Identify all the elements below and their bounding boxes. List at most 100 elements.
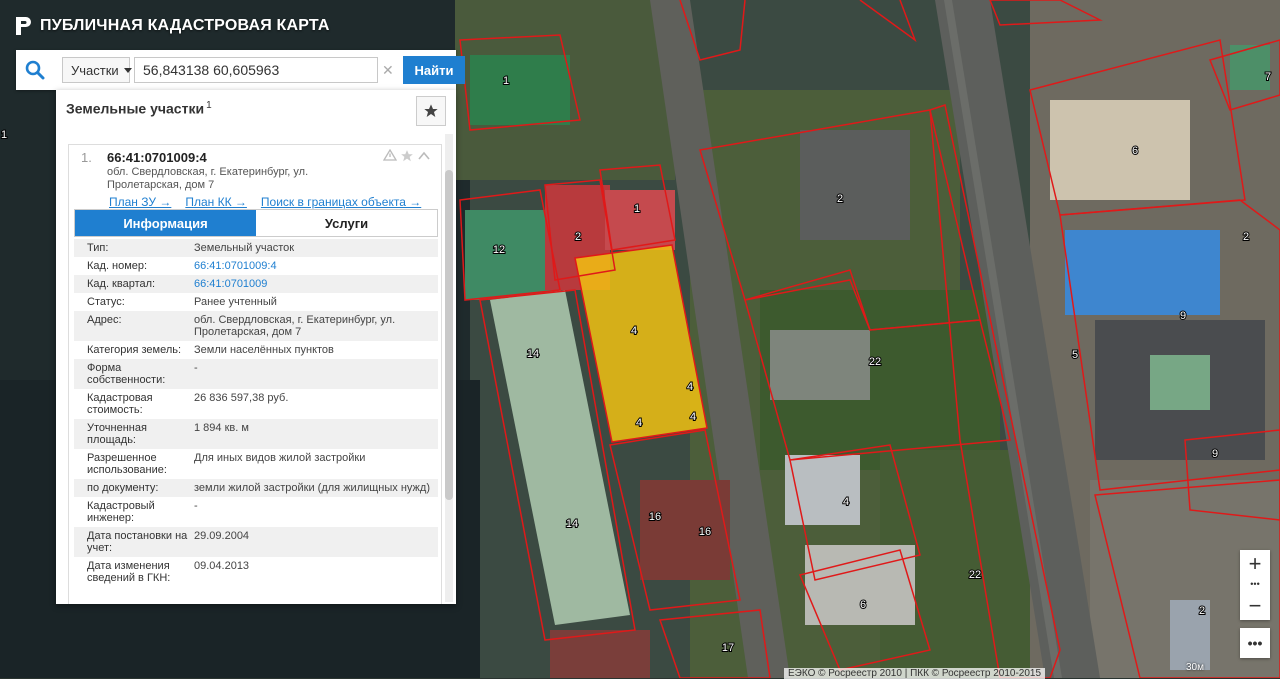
search-icon[interactable]	[16, 50, 54, 90]
zoom-out-button[interactable]: −	[1240, 592, 1270, 620]
result-links: План ЗУ → План КК → Поиск в границах объ…	[109, 195, 421, 209]
zoom-in-button[interactable]: +	[1240, 550, 1270, 578]
info-key: Дата изменения сведений в ГКН:	[87, 560, 171, 584]
parcel-label-4: 4	[687, 381, 693, 393]
info-row: по документу: земли жилой застройки (для …	[74, 479, 438, 497]
parcel-label-14: 14	[566, 518, 578, 530]
info-value: -	[194, 362, 198, 374]
info-key: Дата постановки на учет:	[87, 530, 188, 554]
parcel-label-2: 2	[837, 193, 843, 205]
search-bar: Участки ✕ Найти	[16, 50, 465, 90]
info-row: Адрес: обл. Свердловская, г. Екатеринбург…	[74, 311, 438, 341]
info-value: 29.09.2004	[194, 530, 250, 542]
warning-icon[interactable]	[383, 149, 397, 161]
parcel-label-4: 4	[843, 496, 849, 508]
parcel-label-6: 6	[860, 599, 866, 611]
search-input[interactable]	[134, 57, 378, 83]
info-value: обл. Свердловская, г. Екатеринбург, ул. …	[194, 314, 396, 338]
info-key: Разрешенное использование:	[87, 452, 167, 476]
app-title: ПУБЛИЧНАЯ КАДАСТРОВАЯ КАРТА	[40, 17, 330, 34]
info-key: Статус:	[87, 296, 125, 308]
parcel-label-5: 5	[1072, 349, 1078, 361]
tab-services[interactable]: Услуги	[256, 210, 437, 236]
star-icon	[424, 104, 438, 117]
plan-kk-link[interactable]: План КК →	[185, 195, 247, 209]
info-row: Дата постановки на учет: 29.09.2004	[74, 527, 438, 557]
info-key: Кадастровый инженер:	[87, 500, 155, 524]
info-value: земли жилой застройки (для жилищных нужд…	[194, 482, 430, 494]
parcel-label-22: 22	[869, 356, 881, 368]
info-value: -	[194, 500, 198, 512]
info-row: Кад. номер: 66:41:0701009:4	[74, 257, 438, 275]
clear-icon[interactable]: ✕	[382, 62, 394, 79]
info-value: Ранее учтенный	[194, 296, 277, 308]
info-key: Форма собственности:	[87, 362, 166, 386]
tab-information[interactable]: Информация	[75, 210, 256, 236]
find-button[interactable]: Найти	[403, 56, 465, 84]
star-icon[interactable]	[400, 149, 414, 163]
cad-number-title[interactable]: 66:41:0701009:4	[107, 150, 207, 165]
info-row: Уточненная площадь: 1 894 кв. м	[74, 419, 438, 449]
plan-zu-link[interactable]: План ЗУ →	[109, 195, 171, 209]
info-row: Тип: Земельный участок	[74, 239, 438, 257]
map-scale: 30м	[1186, 662, 1204, 673]
favorite-button[interactable]	[416, 96, 446, 126]
info-row: Разрешенное использование: Для иных видов…	[74, 449, 438, 479]
info-key: Адрес:	[87, 314, 122, 326]
info-table: Тип: Земельный участок Кад. номер: 66:41:0…	[74, 239, 438, 587]
search-in-bounds-link[interactable]: Поиск в границах объекта →	[261, 195, 421, 209]
info-row: Кадастровая стоимость: 26 836 597,38 руб.	[74, 389, 438, 419]
results-panel: Земельные участки 1 1. 66:41:0701009:4 об…	[56, 90, 456, 604]
result-tabs: Информация Услуги	[74, 209, 438, 237]
parcel-label-17: 17	[722, 642, 734, 654]
parcel-label-2: 2	[575, 231, 581, 243]
info-key: по документу:	[87, 482, 159, 494]
parcel-label-16: 16	[649, 511, 661, 523]
info-value: Земельный участок	[194, 242, 295, 254]
app-header: ПУБЛИЧНАЯ КАДАСТРОВАЯ КАРТА	[14, 14, 330, 38]
info-value: 09.04.2013	[194, 560, 250, 572]
info-key: Категория земель:	[87, 344, 182, 356]
info-value: 1 894 кв. м	[194, 422, 249, 434]
info-row: Форма собственности: -	[74, 359, 438, 389]
info-row: Кад. квартал: 66:41:0701009	[74, 275, 438, 293]
info-key: Тип:	[87, 242, 109, 254]
info-value: 26 836 597,38 руб.	[194, 392, 289, 404]
map-attribution: ЕЭКО © Росреестр 2010 | ПКК © Росреестр …	[784, 668, 1046, 679]
parcel-label-1: 1	[503, 75, 509, 87]
info-value: Для иных видов жилой застройки	[194, 452, 366, 464]
result-address: обл. Свердловская, г. Екатеринбург, ул. …	[107, 166, 309, 191]
more-tools-button[interactable]: •••	[1240, 628, 1270, 658]
parcel-label-2: 2	[1199, 605, 1205, 617]
parcel-label-4: 4	[636, 417, 642, 429]
parcel-label-9: 9	[1180, 310, 1186, 322]
panel-title: Земельные участки	[66, 100, 205, 117]
result-index: 1.	[81, 150, 92, 165]
parcel-label-12: 12	[493, 244, 505, 256]
info-key: Кад. номер:	[87, 260, 148, 272]
info-row: Статус: Ранее учтенный	[74, 293, 438, 311]
parcel-label-4: 4	[631, 325, 637, 337]
info-row: Дата изменения сведений в ГКН: 09.04.2013	[74, 557, 438, 587]
info-row: Категория земель: Земли населённых пункто…	[74, 341, 438, 359]
result-card: 1. 66:41:0701009:4 обл. Свердловская, г.…	[68, 144, 442, 604]
info-key: Уточненная площадь:	[87, 422, 147, 446]
chevron-up-icon[interactable]	[417, 149, 431, 163]
panel-scrollbar[interactable]	[445, 134, 453, 602]
search-type-label: Участки	[71, 62, 119, 78]
cad-number-link[interactable]: 66:41:0701009:4	[194, 260, 438, 272]
cad-quarter-link[interactable]: 66:41:0701009	[194, 278, 438, 290]
parcel-label-7: 7	[1265, 71, 1271, 83]
parcel-label-1: 1	[634, 203, 640, 215]
parcel-label-14: 14	[527, 348, 539, 360]
parcel-label-4: 4	[690, 411, 696, 423]
search-type-select[interactable]: Участки	[62, 57, 132, 83]
parcel-label-9: 9	[1212, 448, 1218, 460]
info-value: Земли населённых пунктов	[194, 344, 334, 356]
parcel-label-16: 16	[699, 526, 711, 538]
parcel-label-6: 6	[1132, 145, 1138, 157]
parcel-label-2: 2	[1243, 231, 1249, 243]
parcel-label-22: 22	[969, 569, 981, 581]
scrollbar-thumb[interactable]	[445, 170, 453, 500]
chevron-down-icon	[123, 67, 132, 73]
